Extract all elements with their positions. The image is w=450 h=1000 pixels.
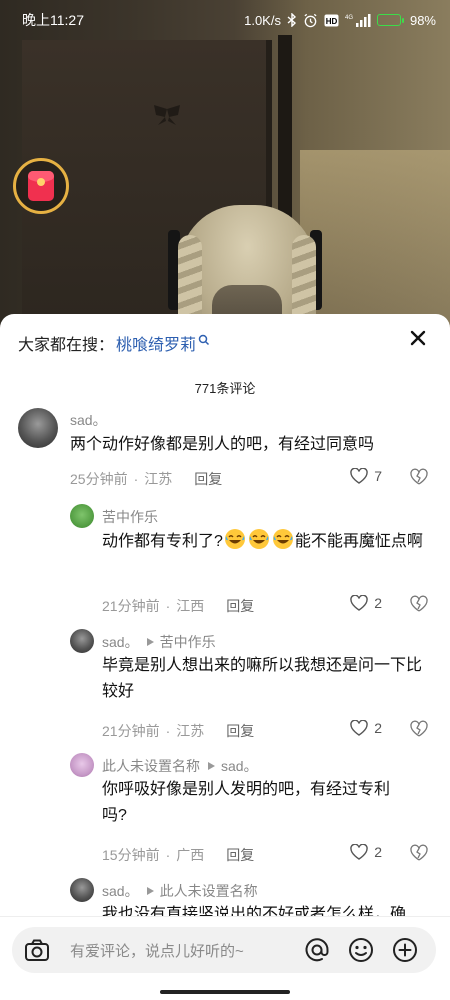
- battery-percent: 98%: [409, 12, 436, 28]
- like-button[interactable]: 2: [350, 720, 382, 736]
- comment-text: 动作都有专利了? 能不能再魔怔点啊: [102, 528, 432, 555]
- comment-meta: 25分钟前 · 江苏 回复: [70, 469, 223, 489]
- red-envelope-icon: [28, 171, 54, 201]
- comment-meta: 21分钟前 · 江苏 回复: [102, 721, 255, 741]
- heart-outline-icon: [350, 468, 368, 484]
- hd-icon: HD: [324, 14, 339, 27]
- reply-arrow-icon: [146, 638, 154, 646]
- at-icon[interactable]: [304, 937, 330, 963]
- like-button[interactable]: 2: [350, 844, 382, 860]
- avatar[interactable]: [18, 408, 58, 448]
- battery-icon: [376, 14, 404, 26]
- reply-arrow-icon: [146, 887, 154, 895]
- reply-button[interactable]: 回复: [194, 469, 222, 489]
- reply-button[interactable]: 回复: [226, 596, 254, 616]
- laugh-cry-emoji-icon: [248, 529, 269, 549]
- trending-search-term[interactable]: 桃喰绮罗莉: [116, 331, 196, 355]
- reply-button[interactable]: 回复: [226, 845, 254, 865]
- emoji-icon[interactable]: [348, 937, 374, 963]
- red-packet-button[interactable]: [13, 158, 69, 214]
- comment-username[interactable]: 苦中作乐: [102, 507, 158, 527]
- avatar[interactable]: [70, 629, 94, 653]
- comment-input-bar: 有爱评论，说点儿好听的~: [0, 916, 450, 1000]
- network-speed: 1.0K/s: [244, 12, 281, 28]
- comment-text: 你呼吸好像是别人发明的吧，有经过专利吗?: [102, 781, 391, 824]
- like-button[interactable]: 2: [350, 595, 382, 611]
- like-button[interactable]: 7: [350, 468, 382, 484]
- comment-username[interactable]: sad。 此人未设置名称: [102, 881, 258, 901]
- reply-button[interactable]: 回复: [226, 721, 254, 741]
- camera-icon[interactable]: [24, 937, 50, 963]
- heart-outline-icon: [350, 720, 368, 736]
- avatar[interactable]: [70, 753, 94, 777]
- comment-sheet: 大家都在搜： 桃喰绮罗莉 771条评论 sad。 两个动作好像都是别人的吧，有经…: [0, 314, 450, 1000]
- status-bar: 晚上11:27 1.0K/s HD 4G 98%: [0, 0, 450, 40]
- like-count: 2: [374, 595, 382, 611]
- trending-search[interactable]: 大家都在搜： 桃喰绮罗莉: [18, 331, 432, 355]
- plus-circle-icon[interactable]: [392, 937, 418, 963]
- laugh-cry-emoji-icon: [224, 529, 245, 549]
- comment-time: 25分钟前: [70, 471, 128, 487]
- video-player[interactable]: [0, 0, 450, 330]
- status-time: 晚上11:27: [22, 12, 84, 28]
- reply-arrow-icon: [208, 762, 215, 770]
- laugh-cry-emoji-icon: [272, 529, 293, 549]
- broken-heart-icon[interactable]: [410, 844, 428, 862]
- cell-signal-icon: 4G: [345, 13, 371, 27]
- trending-search-prefix: 大家都在搜：: [18, 337, 115, 354]
- comment-text: 两个动作好像都是别人的吧，有经过同意吗: [70, 436, 375, 453]
- bluetooth-icon: [287, 13, 297, 27]
- search-icon: [198, 334, 210, 346]
- video-wall-light: [300, 150, 450, 330]
- alarm-icon: [303, 13, 318, 28]
- like-count: 7: [374, 468, 382, 484]
- comment-meta: 15分钟前 · 广西 回复: [102, 845, 255, 865]
- comment-location: 江苏: [144, 471, 173, 487]
- home-indicator[interactable]: [160, 990, 290, 994]
- moth-graphic: [154, 105, 180, 125]
- broken-heart-icon[interactable]: [410, 720, 428, 738]
- broken-heart-icon[interactable]: [410, 468, 428, 486]
- heart-outline-icon: [350, 844, 368, 860]
- heart-outline-icon: [350, 595, 368, 611]
- close-icon[interactable]: [408, 328, 428, 348]
- like-count: 2: [374, 844, 382, 860]
- comment-username[interactable]: sad。 苦中作乐: [102, 632, 216, 652]
- svg-text:HD: HD: [326, 17, 338, 26]
- comment-input[interactable]: 有爱评论，说点儿好听的~: [12, 927, 436, 973]
- comment-username[interactable]: 此人未设置名称 sad。: [102, 756, 258, 776]
- comment-username[interactable]: sad。: [70, 410, 107, 430]
- comment-text: 毕竟是别人想出来的嘛所以我想还是问一下比较好: [102, 657, 423, 700]
- avatar[interactable]: [70, 504, 94, 528]
- avatar[interactable]: [70, 878, 94, 902]
- comment-count: 771条评论: [194, 381, 256, 396]
- svg-text:4G: 4G: [345, 15, 353, 21]
- broken-heart-icon[interactable]: [410, 595, 428, 613]
- comment-input-placeholder[interactable]: 有爱评论，说点儿好听的~: [70, 940, 304, 961]
- comment-meta: 21分钟前 · 江西 回复: [102, 596, 255, 616]
- like-count: 2: [374, 720, 382, 736]
